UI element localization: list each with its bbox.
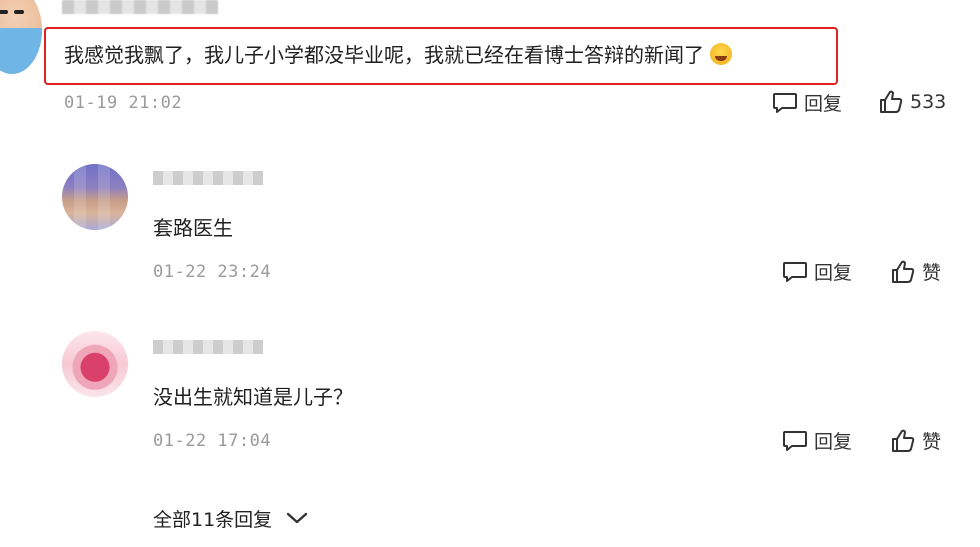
reply-label: 回复 [814, 262, 853, 284]
laughing-tears-emoji-icon [710, 43, 732, 65]
reply-reply-button[interactable]: 回复 [782, 258, 852, 285]
reply-like-button[interactable]: 赞 [890, 427, 941, 454]
main-comment-username-blurred [62, 0, 218, 14]
all-replies-label: 全部11条回复 [153, 509, 273, 531]
thumbs-up-icon [878, 89, 904, 115]
comment-bubble-icon [782, 429, 808, 453]
main-comment-avatar[interactable] [0, 0, 42, 74]
reply-text: 没出生就知道是儿子？ [153, 385, 353, 409]
expand-all-replies-button[interactable]: 全部11条回复 [153, 505, 308, 532]
comment-bubble-icon [772, 91, 798, 115]
chevron-down-icon [286, 508, 308, 530]
reply-username-blurred [153, 340, 263, 354]
reply-reply-button[interactable]: 回复 [782, 427, 852, 454]
like-count: 533 [910, 91, 947, 113]
reply-label: 回复 [814, 431, 853, 453]
reply-avatar[interactable] [62, 164, 128, 230]
reply-timestamp: 01-22 23:24 [153, 262, 272, 282]
reply-label: 回复 [804, 93, 843, 115]
main-comment-timestamp: 01-19 21:02 [64, 93, 183, 113]
thumbs-up-icon [890, 428, 916, 454]
like-label: 赞 [922, 431, 942, 453]
like-label: 赞 [922, 262, 942, 284]
reply-avatar[interactable] [62, 331, 128, 397]
main-comment-like-button[interactable]: 533 [878, 89, 946, 115]
reply-username-blurred [153, 171, 263, 185]
reply-like-button[interactable]: 赞 [890, 258, 941, 285]
main-comment-reply-button[interactable]: 回复 [772, 89, 842, 116]
reply-timestamp: 01-22 17:04 [153, 431, 272, 451]
thumbs-up-icon [890, 259, 916, 285]
main-comment-text-content: 我感觉我飘了，我儿子小学都没毕业呢，我就已经在看博士答辩的新闻了 [64, 43, 704, 67]
comment-bubble-icon [782, 260, 808, 284]
main-comment-text: 我感觉我飘了，我儿子小学都没毕业呢，我就已经在看博士答辩的新闻了 [64, 42, 732, 68]
reply-text: 套路医生 [153, 216, 233, 240]
